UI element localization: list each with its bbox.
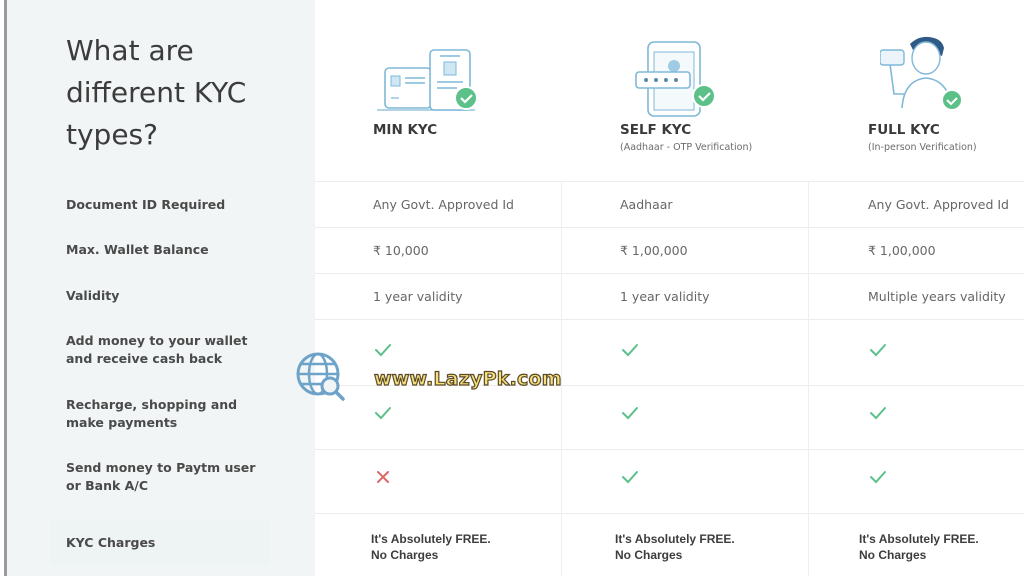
phone-otp-icon xyxy=(635,41,716,117)
check-icon xyxy=(375,407,391,420)
row-label-max-wallet-balance: Max. Wallet Balance xyxy=(66,242,209,257)
row-divider xyxy=(315,227,1024,228)
plan-subtitle: (Aadhaar - OTP Verification) xyxy=(620,142,753,153)
cell-document-self: Aadhaar xyxy=(620,197,673,212)
cell-balance-self: ₹ 1,00,000 xyxy=(620,243,688,258)
row-label-document-id: Document ID Required xyxy=(66,197,226,212)
check-icon xyxy=(870,344,886,357)
plan-name: SELF KYC xyxy=(620,122,692,138)
cell-charges-full: It's Absolutely FREE. No Charges xyxy=(859,531,979,563)
charges-line1: It's Absolutely FREE. xyxy=(615,532,735,546)
cell-balance-full: ₹ 1,00,000 xyxy=(868,243,936,258)
plan-subtitle: (In-person Verification) xyxy=(868,142,977,153)
row-label-recharge: Recharge, shopping and make payments xyxy=(66,397,238,430)
cell-charges-self: It's Absolutely FREE. No Charges xyxy=(615,531,735,563)
charges-line1: It's Absolutely FREE. xyxy=(859,532,979,546)
plan-name: MIN KYC xyxy=(373,122,438,138)
cell-validity-self: 1 year validity xyxy=(620,289,710,304)
cell-validity-min: 1 year validity xyxy=(373,289,463,304)
cell-document-min: Any Govt. Approved Id xyxy=(373,197,514,212)
person-with-id-icon xyxy=(880,36,963,111)
row-divider xyxy=(315,513,1024,514)
check-icon xyxy=(870,407,886,420)
check-icon xyxy=(622,344,638,357)
charges-line2: No Charges xyxy=(859,548,927,562)
row-divider xyxy=(315,181,1024,182)
check-icon xyxy=(870,471,886,484)
row-label-kyc-charges: KYC Charges xyxy=(66,535,156,550)
row-label-add-money: Add money to your wallet and receive cas… xyxy=(66,333,248,366)
row-label-validity: Validity xyxy=(66,288,120,303)
check-icon xyxy=(622,471,638,484)
page-title: What are different KYC types? xyxy=(66,34,247,151)
row-label-send-money: Send money to Paytm user or Bank A/C xyxy=(66,460,256,493)
watermark-text[interactable]: www.LazyPk.com xyxy=(373,367,562,390)
globe-search-icon xyxy=(296,352,345,401)
column-divider xyxy=(808,181,809,576)
cell-balance-min: ₹ 10,000 xyxy=(373,243,429,258)
id-cards-icon xyxy=(377,49,478,111)
cross-icon xyxy=(377,471,389,483)
row-divider xyxy=(315,273,1024,274)
cell-charges-min: It's Absolutely FREE. No Charges xyxy=(371,531,491,563)
check-icon xyxy=(375,344,391,357)
check-icon xyxy=(622,407,638,420)
row-divider xyxy=(315,449,1024,450)
cell-validity-full: Multiple years validity xyxy=(868,289,1006,304)
row-divider xyxy=(315,319,1024,320)
cell-document-full: Any Govt. Approved Id xyxy=(868,197,1009,212)
charges-line1: It's Absolutely FREE. xyxy=(371,532,491,546)
plan-name: FULL KYC xyxy=(868,122,940,138)
charges-line2: No Charges xyxy=(371,548,439,562)
charges-line2: No Charges xyxy=(615,548,683,562)
